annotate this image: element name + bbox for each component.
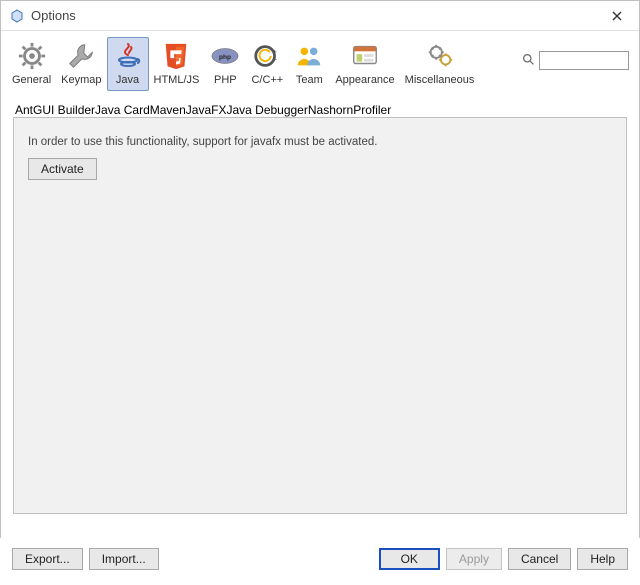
category-label: General: [12, 74, 51, 86]
appearance-icon: [349, 40, 381, 72]
import-button[interactable]: Import...: [89, 548, 159, 570]
subtab-label: Maven: [150, 103, 186, 117]
subtab-nashorn[interactable]: Nashorn: [308, 103, 353, 117]
category-label: Miscellaneous: [405, 74, 475, 86]
category-cpp[interactable]: ++ C/C++: [246, 37, 288, 91]
category-label: Appearance: [335, 74, 394, 86]
search-input[interactable]: [539, 51, 629, 70]
java-icon: [112, 40, 144, 72]
category-htmljs[interactable]: HTML/JS: [149, 37, 205, 91]
category-label: Team: [296, 74, 323, 86]
team-icon: [293, 40, 325, 72]
activation-message: In order to use this functionality, supp…: [28, 136, 612, 148]
export-button[interactable]: Export...: [12, 548, 83, 570]
svg-text:php: php: [219, 54, 231, 61]
category-label: HTML/JS: [154, 74, 200, 86]
php-icon: php: [209, 40, 241, 72]
svg-text:+: +: [273, 55, 278, 64]
ok-button[interactable]: OK: [379, 548, 440, 570]
activate-button[interactable]: Activate: [28, 158, 97, 180]
subtab-maven[interactable]: Maven: [150, 103, 186, 117]
subtab-javadebugger[interactable]: Java Debugger: [226, 103, 307, 117]
html5-icon: [160, 40, 192, 72]
subtab-guibuilder[interactable]: GUI Builder: [33, 103, 95, 117]
subtab-label: Profiler: [353, 103, 391, 117]
subtab-label: Java Card: [95, 103, 150, 117]
search-wrap: [522, 51, 629, 70]
help-button[interactable]: Help: [577, 548, 628, 570]
category-keymap[interactable]: Keymap: [56, 37, 106, 91]
subtab-label: Ant: [15, 103, 33, 117]
category-label: PHP: [214, 74, 237, 86]
subtab-javacard[interactable]: Java Card: [95, 103, 150, 117]
subtab-label: GUI Builder: [33, 103, 95, 117]
category-label: Java: [116, 74, 139, 86]
wrench-icon: [65, 40, 97, 72]
window-title: Options: [31, 8, 76, 23]
subtab-label: JavaFX: [186, 103, 227, 117]
titlebar: Options: [1, 1, 639, 31]
gear-icon: [16, 40, 48, 72]
close-button[interactable]: [603, 5, 631, 27]
category-toolbar: General Keymap Java HTML/JS php: [1, 31, 639, 95]
footer: Export... Import... OK Apply Cancel Help: [0, 538, 640, 580]
subtab-strip: Ant GUI Builder Java Card Maven JavaFX J…: [13, 103, 627, 118]
misc-icon: [424, 40, 456, 72]
cancel-button[interactable]: Cancel: [508, 548, 571, 570]
subtab-ant[interactable]: Ant: [15, 103, 33, 117]
options-icon: [9, 8, 25, 24]
category-java[interactable]: Java: [107, 37, 149, 91]
category-label: Keymap: [61, 74, 101, 86]
subtab-profiler[interactable]: Profiler: [353, 103, 391, 117]
category-general[interactable]: General: [7, 37, 56, 91]
category-php[interactable]: php PHP: [204, 37, 246, 91]
content-area: Ant GUI Builder Java Card Maven JavaFX J…: [1, 95, 639, 585]
category-appearance[interactable]: Appearance: [330, 37, 399, 91]
search-icon: [522, 53, 535, 69]
subtab-label: Nashorn: [308, 103, 353, 117]
cpp-icon: ++: [251, 40, 283, 72]
subtab-label: Java Debugger: [226, 103, 307, 117]
category-miscellaneous[interactable]: Miscellaneous: [400, 37, 480, 91]
subtab-javafx[interactable]: JavaFX: [186, 103, 227, 117]
tab-panel: In order to use this functionality, supp…: [13, 118, 627, 514]
category-team[interactable]: Team: [288, 37, 330, 91]
category-label: C/C++: [251, 74, 283, 86]
apply-button[interactable]: Apply: [446, 548, 502, 570]
